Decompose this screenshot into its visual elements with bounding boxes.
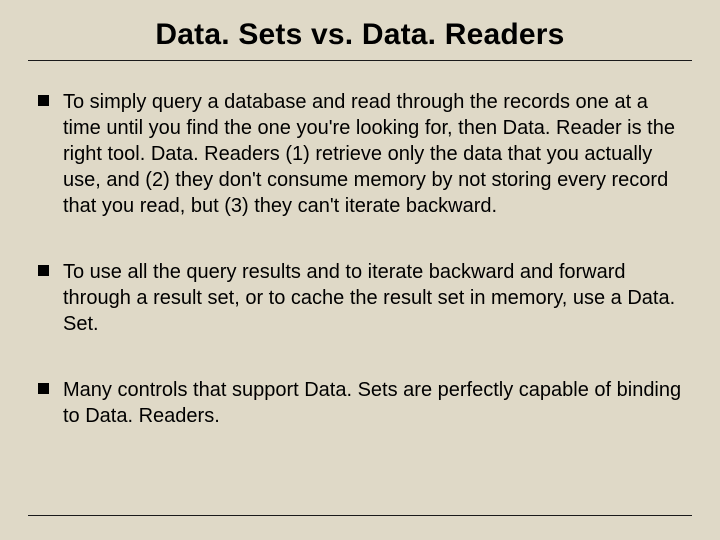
bullet-text: Many controls that support Data. Sets ar… [63,377,682,429]
footer-rule-wrap [28,515,692,516]
list-item: To use all the query results and to iter… [38,259,682,337]
footer-rule [28,515,692,516]
list-item: Many controls that support Data. Sets ar… [38,377,682,429]
slide-body: To simply query a database and read thro… [28,61,692,429]
bullet-text: To use all the query results and to iter… [63,259,682,337]
slide-title: Data. Sets vs. Data. Readers [28,18,692,52]
bullet-square-icon [38,383,49,394]
list-item: To simply query a database and read thro… [38,89,682,219]
bullet-text: To simply query a database and read thro… [63,89,682,219]
bullet-square-icon [38,95,49,106]
bullet-square-icon [38,265,49,276]
